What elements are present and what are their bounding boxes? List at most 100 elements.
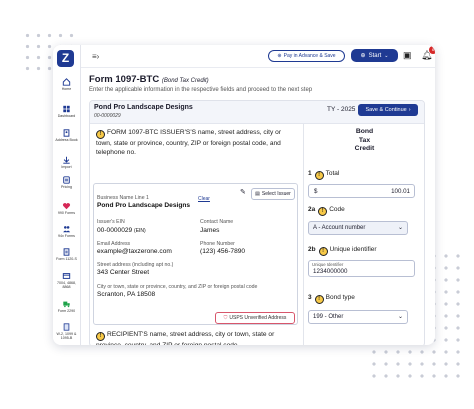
sidebar: Z Home Dashboard Address Book Import Pri… — [53, 45, 81, 345]
sidebar-item-label: Address Book — [55, 138, 78, 142]
card-header: Pond Pro Landscape Designs 00-0000029 TY… — [90, 101, 424, 124]
select-issuer-icon: ▤ — [255, 191, 260, 197]
tax-icon[interactable]: ▣ — [403, 50, 412, 61]
sidebar-item-form-1120s[interactable]: Form 1120-S — [53, 248, 80, 261]
dashboard-icon — [63, 105, 70, 113]
people-icon — [63, 226, 71, 233]
form-title: Form 1097-BTC — [89, 74, 160, 85]
business-name-label: Business Name Line 1 — [97, 195, 149, 201]
top-bar: ≡› ⊕ Pay in Advance & Save ⊕ Start ⌄ ▣ 🔔… — [81, 45, 435, 68]
sidebar-item-dashboard[interactable]: Dashboard — [53, 105, 80, 118]
email-label: Email Address — [97, 241, 131, 247]
forms-icon — [63, 203, 70, 210]
usps-address-button[interactable]: ⛉ USPS Unverified Address — [215, 312, 295, 324]
contact-name-value: James — [200, 227, 220, 234]
sidebar-item-label: W-2, 1099 & 1095-B — [56, 332, 77, 340]
box2b-label-row: 2b! Unique identifier — [308, 246, 377, 256]
start-button[interactable]: ⊕ Start ⌄ — [351, 49, 398, 62]
notification-badge: 6 — [429, 46, 435, 54]
sidebar-item-label: Form 2290 — [57, 309, 76, 313]
page-title: Form 1097-BTC (Bond Tax Credit) — [89, 74, 209, 85]
pay-in-advance-label: Pay in Advance & Save — [283, 53, 336, 59]
warning-icon: ! — [96, 130, 105, 139]
phone-value: (123) 456-7890 — [200, 248, 246, 255]
info-icon: ! — [314, 171, 324, 180]
save-continue-label: Save & Continue — [365, 107, 407, 113]
company-tin: 00-0000029 — [94, 113, 121, 119]
chevron-down-icon: ⌄ — [397, 225, 403, 231]
contact-name-label: Contact Name — [200, 219, 234, 225]
plus-circle-icon: ⊕ — [360, 53, 366, 59]
sidebar-item-w2-1099[interactable]: W-2, 1099 & 1095-B — [53, 323, 80, 340]
import-icon — [63, 156, 70, 164]
chevron-right-icon: › — [408, 107, 411, 113]
sidebar-item-extensions[interactable]: 7004, 4868, 8868 — [53, 272, 80, 289]
info-icon: ! — [314, 295, 324, 304]
sidebar-item-label: Form 1120-S — [56, 257, 77, 261]
dollar-circle-icon: ⊕ — [277, 53, 282, 59]
sidebar-item-990-forms[interactable]: 990 Forms — [53, 202, 80, 215]
save-continue-button[interactable]: Save & Continue › — [358, 104, 418, 116]
home-icon — [62, 78, 71, 86]
usps-label: USPS Unverified Address — [229, 315, 287, 321]
select-issuer-button[interactable]: ▤ Select Issuer — [251, 188, 295, 200]
pay-in-advance-button[interactable]: ⊕ Pay in Advance & Save — [268, 50, 345, 62]
phone-label: Phone Number — [200, 241, 235, 247]
sidebar-item-label: Import — [61, 165, 72, 169]
panel-title: Bond Tax Credit — [354, 128, 375, 152]
shield-icon: ⛉ — [223, 315, 228, 321]
form-card: Pond Pro Landscape Designs 00-0000029 TY… — [89, 100, 425, 345]
sidebar-item-label: 990 Forms — [57, 211, 76, 215]
ein-value: 00-0000029 (EIN) — [97, 227, 146, 234]
info-icon: ! — [318, 207, 328, 216]
tax-year: TY - 2025 — [327, 106, 356, 113]
sidebar-item-label: 94x Forms — [58, 234, 75, 238]
email-value: example@taxzerone.com — [97, 248, 172, 255]
box2a-label-row: 2a! Code — [308, 206, 345, 216]
unique-identifier-input[interactable]: Unique Identifier 1234000000 — [308, 260, 415, 277]
info-icon: ! — [318, 247, 328, 256]
chevron-down-icon: ⌄ — [384, 52, 389, 59]
sidebar-item-label: Home — [61, 87, 72, 91]
recipient-section-heading: ! RECIPIENT'S name, street address, city … — [96, 330, 294, 345]
form-icon — [63, 248, 70, 256]
sidebar-item-address-book[interactable]: Address Book — [53, 129, 80, 142]
edit-icon[interactable]: ✎ — [240, 188, 246, 196]
total-input[interactable]: $ 100.01 — [308, 184, 415, 198]
sidebar-item-pricing[interactable]: Pricing — [53, 176, 80, 189]
issuer-section-heading: ! FORM 1097-BTC ISSUER'S'S name, street a… — [96, 128, 294, 157]
code-select[interactable]: A - Account number ⌄ — [308, 221, 408, 235]
street-label: Street address (including apt no.) — [97, 262, 174, 268]
app-logo[interactable]: Z — [57, 50, 74, 67]
box3-label-row: 3! Bond type — [308, 294, 355, 304]
sidebar-item-form-2290[interactable]: Form 2290 — [53, 300, 80, 313]
sidebar-item-label: Pricing — [61, 185, 72, 189]
business-name-value: Pond Pro Landscape Designs — [97, 202, 191, 209]
city-value: Scranton, PA 18508 — [97, 291, 156, 298]
select-issuer-label: Select Issuer — [261, 191, 291, 197]
pricing-icon — [63, 176, 70, 184]
form-subtitle: (Bond Tax Credit) — [161, 78, 209, 84]
sidebar-item-import[interactable]: Import — [53, 156, 80, 169]
sidebar-item-94x-forms[interactable]: 94x Forms — [53, 225, 80, 238]
app-window: Z Home Dashboard Address Book Import Pri… — [53, 45, 435, 345]
page-description: Enter the applicable information in the … — [89, 87, 313, 93]
ein-label: Issuer's EIN — [97, 219, 125, 225]
clear-link[interactable]: Clear — [198, 196, 210, 202]
truck-icon — [63, 301, 70, 308]
collapse-menu-icon[interactable]: ≡› — [92, 52, 99, 61]
city-label: City or town, state or province, country… — [97, 284, 258, 290]
address-book-icon — [63, 129, 70, 137]
warning-icon: ! — [96, 332, 105, 341]
chevron-down-icon: ⌄ — [397, 314, 403, 320]
street-value: 343 Center Street — [97, 269, 150, 276]
bond-type-select[interactable]: 199 - Other ⌄ — [308, 310, 408, 324]
issuer-section-text: FORM 1097-BTC ISSUER'S'S name, street ad… — [96, 129, 282, 156]
extension-icon — [62, 273, 71, 279]
issuer-info-box: ✎ ▤ Select Issuer Business Name Line 1 C… — [93, 183, 298, 325]
sidebar-item-home[interactable]: Home — [53, 78, 80, 91]
company-name: Pond Pro Landscape Designs — [94, 104, 193, 111]
start-label: Start — [368, 52, 382, 59]
tax-forms-icon — [63, 323, 70, 331]
sidebar-item-label: Dashboard — [57, 114, 76, 118]
